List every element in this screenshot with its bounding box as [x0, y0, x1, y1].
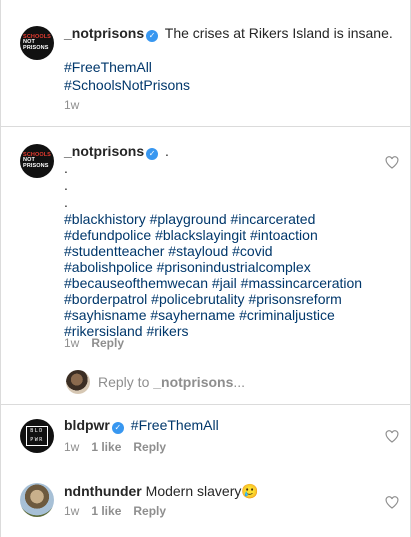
comment-dot-line: . — [64, 160, 68, 176]
reply-button[interactable]: Reply — [133, 504, 166, 518]
comment-meta: 1w 1 like Reply — [64, 504, 166, 518]
comment-timestamp[interactable]: 1w — [64, 440, 79, 454]
comment-text: Modern slavery — [145, 483, 242, 499]
caption-username[interactable]: _notprisons — [64, 25, 144, 41]
bldpwr-logo: BLD PWR — [26, 426, 48, 446]
comment-avatar[interactable]: BLD PWR — [20, 419, 54, 453]
comment-meta: 1w 1 like Reply — [64, 440, 166, 454]
comment-header-line: bldpwr ✓ #FreeThemAll — [64, 416, 219, 434]
comment-header-line: _notprisons ✓ . — [64, 142, 169, 160]
verified-badge-icon: ✓ — [111, 422, 124, 434]
likes-count[interactable]: 1 like — [91, 504, 121, 518]
schools-not-prisons-logo: SCHOOLS NOT PRISONS — [23, 151, 51, 169]
reply-button[interactable]: Reply — [133, 440, 166, 454]
frame-border-left — [0, 0, 1, 537]
comment-meta: 1w Reply — [64, 336, 124, 350]
hashtag-link[interactable]: #SchoolsNotPrisons — [64, 76, 190, 94]
caption-divider — [0, 126, 411, 127]
heart-outline-icon[interactable] — [385, 496, 399, 509]
comment-username[interactable]: ndnthunder — [64, 483, 142, 499]
heart-outline-icon[interactable] — [385, 156, 399, 169]
likes-count[interactable]: 1 like — [91, 440, 121, 454]
caption-avatar[interactable]: SCHOOLS NOT PRISONS — [20, 26, 54, 60]
hashtag-link[interactable]: #FreeThemAll — [131, 417, 219, 433]
caption-timestamp[interactable]: 1w — [64, 98, 79, 112]
comment-username[interactable]: _notprisons — [64, 143, 144, 159]
comment-timestamp[interactable]: 1w — [64, 336, 79, 350]
comment-timestamp[interactable]: 1w — [64, 504, 79, 518]
caption-text-line: _notprisons ✓ The crises at Rikers Island… — [64, 24, 393, 42]
reply-input[interactable]: Reply to _notprisons... — [98, 373, 245, 391]
verified-badge-icon: ✓ — [146, 148, 159, 160]
current-user-avatar — [66, 370, 90, 394]
comment-avatar[interactable]: SCHOOLS NOT PRISONS — [20, 144, 54, 178]
heart-outline-icon[interactable] — [385, 430, 399, 443]
hashtag-link[interactable]: #FreeThemAll — [64, 58, 152, 76]
comment-header-line: ndnthunder Modern slavery🥲 — [64, 482, 259, 500]
smiling-tear-emoji: 🥲 — [241, 483, 259, 499]
reply-button[interactable]: Reply — [91, 336, 124, 350]
caption-text: The crises at Rikers Island is insane. — [164, 25, 393, 41]
comments-divider — [0, 404, 411, 405]
comment-avatar[interactable] — [20, 483, 54, 517]
comment-dot-line: . — [64, 177, 68, 193]
comment-username[interactable]: bldpwr — [64, 417, 110, 433]
comment-text: . — [165, 143, 169, 159]
comment-dot-line: . — [64, 194, 68, 210]
verified-badge-icon: ✓ — [146, 30, 159, 42]
schools-not-prisons-logo: SCHOOLS NOT PRISONS — [23, 33, 51, 51]
